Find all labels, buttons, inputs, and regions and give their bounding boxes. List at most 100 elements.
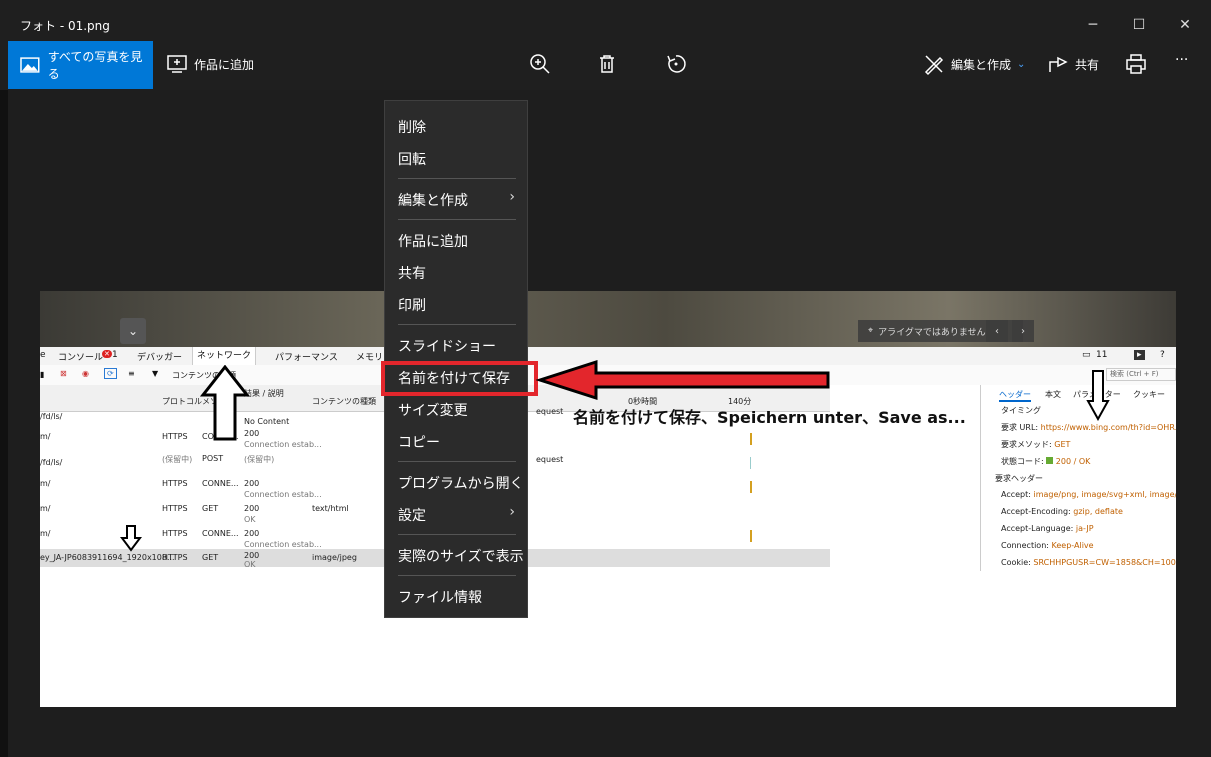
row-0-note: No Content	[244, 417, 290, 426]
throttle-icon: ≡	[128, 369, 135, 378]
detail-tab-cookies: クッキー	[1133, 390, 1165, 399]
location-pin-icon: ⌖	[868, 326, 874, 336]
req-header-label: Accept-Language:	[1001, 524, 1074, 533]
print-button[interactable]	[1124, 52, 1148, 76]
req-header-value: Keep-Alive	[1051, 541, 1094, 550]
next-arrow-icon: ›	[1012, 320, 1034, 342]
all-photos-button[interactable]: すべての写真を見る	[8, 41, 153, 89]
menu-item-delete[interactable]: 削除	[398, 117, 426, 137]
devtools-search: 検索 (Ctrl + F)	[1106, 368, 1176, 381]
row-4-type: text/html	[312, 504, 349, 513]
request-detail-pane: ヘッダー 本文 パラメーター クッキー タイミング 要求 URL: https:…	[980, 385, 1176, 571]
menu-item-share[interactable]: 共有	[398, 263, 426, 283]
req-headers-title: 要求ヘッダー	[995, 474, 1043, 483]
photo-icon	[20, 57, 40, 73]
annotation-text: 名前を付けて保存、Speichern unter、Save as...	[573, 408, 966, 427]
cache-icon: ⟳	[104, 368, 117, 379]
devtools-count: 11	[1096, 350, 1108, 360]
detail-label: 状態コード:	[1001, 457, 1044, 466]
req-header-label: Connection:	[1001, 541, 1049, 550]
timeline-bar	[750, 481, 752, 493]
rotate-icon	[667, 55, 686, 73]
edit-create-label: 編集と作成	[951, 57, 1012, 72]
menu-item-file-info[interactable]: ファイル情報	[398, 587, 482, 607]
maximize-button[interactable]: ☐	[1124, 10, 1154, 40]
chevron-down-icon: ⌄	[1017, 58, 1026, 70]
add-to-creation-label: 作品に追加	[194, 57, 255, 72]
timeline-bar	[750, 530, 752, 542]
detail-tab-headers: ヘッダー	[999, 389, 1031, 402]
print-icon	[1126, 54, 1146, 74]
col-content-type: コンテンツの種類	[312, 397, 376, 406]
req-header-value: ja-JP	[1075, 524, 1094, 533]
status-ok-icon	[1046, 457, 1054, 464]
menu-item-actual-size[interactable]: 実際のサイズで表示	[398, 546, 524, 566]
menu-separator	[398, 219, 516, 220]
row-1-name: m/	[40, 432, 51, 441]
help-icon: ?	[1160, 350, 1165, 360]
add-to-creation-button[interactable]: 作品に追加	[165, 52, 254, 76]
req-header-row: Connection: Keep-Alive	[1001, 541, 1094, 550]
photo-canvas: ⌄ ⌖ アライグマではありません ‹ › e コンソール ✕ 1 デバッガー ネ…	[40, 291, 1176, 707]
detail-value: 200 / OK	[1055, 457, 1091, 466]
menu-item-print[interactable]: 印刷	[398, 295, 426, 315]
close-button[interactable]: ✕	[1170, 10, 1200, 40]
menu-item-resize[interactable]: サイズ変更	[398, 400, 468, 420]
up-arrow-icon	[200, 365, 250, 441]
req-header-row: Accept-Language: ja-JP	[1001, 524, 1094, 533]
timeline-bar	[750, 433, 752, 445]
detail-row-status: 状態コード: 200 / OK	[1001, 456, 1090, 467]
minimize-button[interactable]: ─	[1078, 10, 1108, 40]
menu-item-slideshow[interactable]: スライドショー	[398, 336, 496, 356]
filter-icon: ▼	[152, 369, 159, 378]
more-button[interactable]: ···	[1175, 52, 1188, 68]
row-6-result: 200	[244, 551, 260, 560]
row-3-name: m/	[40, 479, 51, 488]
req-header-label: Accept:	[1001, 490, 1031, 499]
prev-arrow-icon: ‹	[986, 320, 1008, 342]
detail-tab-body: 本文	[1045, 390, 1061, 399]
row-1-note: Connection estab...	[244, 440, 322, 449]
row-5-method: CONNE...	[202, 529, 239, 538]
trash-icon	[600, 55, 614, 73]
menu-item-add-to-creation[interactable]: 作品に追加	[398, 231, 468, 251]
request-fragment-0: equest	[536, 407, 564, 416]
row-4-protocol: HTTPS	[162, 504, 188, 513]
zoom-button[interactable]	[528, 52, 552, 76]
menu-separator	[398, 178, 516, 179]
row-1-protocol: HTTPS	[162, 432, 188, 441]
row-3-method: CONNE...	[202, 479, 239, 488]
zoom-in-icon	[530, 54, 550, 74]
rotate-button[interactable]	[664, 52, 688, 76]
row-3-result: 200	[244, 479, 260, 488]
row-6-name: ey_JA-JP6083911694_1920x108...	[40, 553, 175, 562]
row-0-name: /fd/ls/	[40, 412, 63, 421]
row-3-note: Connection estab...	[244, 490, 322, 499]
share-button[interactable]: 共有	[1046, 52, 1099, 76]
req-header-label: Accept-Encoding:	[1001, 507, 1071, 516]
share-label: 共有	[1075, 57, 1100, 72]
menu-item-copy[interactable]: コピー	[398, 432, 440, 452]
req-header-row: Cookie: SRCHHPGUSR=CW=1858&CH=1001&DF	[1001, 558, 1176, 567]
menu-item-open-with[interactable]: プログラムから開く	[398, 473, 524, 493]
row-2-name: /fd/ls/	[40, 458, 63, 467]
devtools-tab-memory: メモリ	[356, 353, 384, 363]
row-3-protocol: HTTPS	[162, 479, 188, 488]
console-toggle-icon: ▸	[1134, 350, 1145, 360]
delete-button[interactable]	[595, 52, 619, 76]
desktop-edge	[0, 90, 8, 757]
detail-row-method: 要求メソッド: GET	[1001, 439, 1070, 450]
devtools-tab-performance: パフォーマンス	[275, 353, 338, 363]
menu-item-settings[interactable]: 設定	[398, 505, 426, 525]
detail-value: https://www.bing.com/th?id=OHR.Tanu	[1040, 423, 1176, 432]
menu-item-edit-create[interactable]: 編集と作成	[398, 190, 468, 210]
menu-item-rotate[interactable]: 回転	[398, 149, 426, 169]
row-2-result: (保留中)	[244, 455, 275, 464]
devtools-tab-debugger: デバッガー	[137, 353, 183, 363]
devtools-tab-edge: e	[40, 350, 46, 360]
title-bar: フォト - 01.png ─ ☐ ✕	[0, 0, 1211, 40]
row-5-result: 200	[244, 529, 260, 538]
edit-create-button[interactable]: 編集と作成 ⌄	[922, 52, 1025, 76]
row-2-method: POST	[202, 454, 224, 463]
down-arrow-icon	[120, 525, 142, 552]
